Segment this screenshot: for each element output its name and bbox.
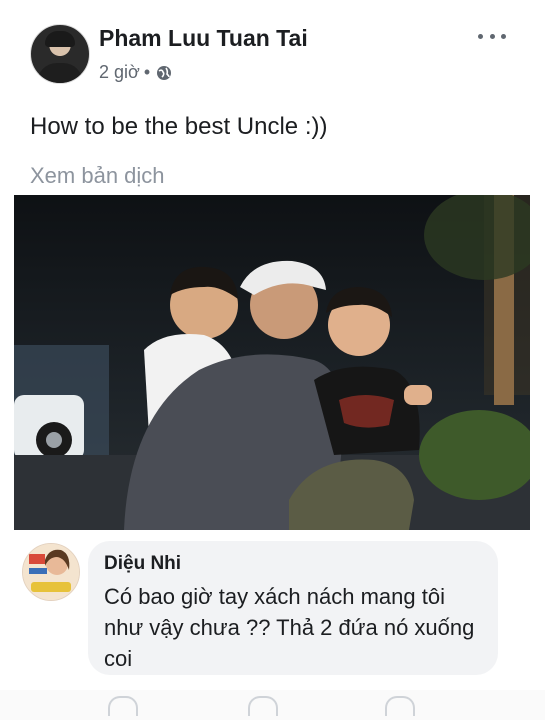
comment-text: Có bao giờ tay xách nách mang tôi như vậ… bbox=[104, 584, 475, 671]
more-dot bbox=[501, 33, 506, 39]
comment-author[interactable]: Diệu Nhi bbox=[104, 553, 482, 575]
nav-back-icon[interactable] bbox=[108, 696, 138, 716]
post-text: How to be the best Uncle :)) bbox=[30, 113, 328, 140]
globe-icon[interactable] bbox=[156, 65, 172, 81]
more-horizontal-icon bbox=[478, 33, 483, 39]
author-name[interactable]: Pham Luu Tuan Tai bbox=[99, 25, 308, 52]
bottom-navigation-bar bbox=[0, 690, 545, 720]
post-header: Pham Luu Tuan Tai 2 giờ • bbox=[0, 0, 545, 100]
comment: Diệu Nhi Có bao giờ tay xách nách mang t… bbox=[0, 538, 545, 678]
meta-separator: • bbox=[143, 62, 151, 82]
more-options-button[interactable] bbox=[478, 24, 506, 48]
nav-recent-icon[interactable] bbox=[385, 696, 415, 716]
post-time[interactable]: 2 giờ bbox=[99, 62, 140, 83]
comment-bubble[interactable]: Diệu Nhi Có bao giờ tay xách nách mang t… bbox=[88, 541, 498, 675]
author-avatar[interactable] bbox=[30, 24, 90, 84]
post-meta: 2 giờ • bbox=[99, 62, 172, 83]
commenter-avatar[interactable] bbox=[22, 543, 80, 601]
post-photo[interactable] bbox=[14, 195, 530, 530]
avatar-body bbox=[37, 63, 83, 83]
nav-home-icon[interactable] bbox=[248, 696, 278, 716]
translate-link[interactable]: Xem bản dịch bbox=[30, 163, 165, 189]
avatar-hair bbox=[45, 31, 75, 47]
more-dot bbox=[489, 33, 495, 39]
